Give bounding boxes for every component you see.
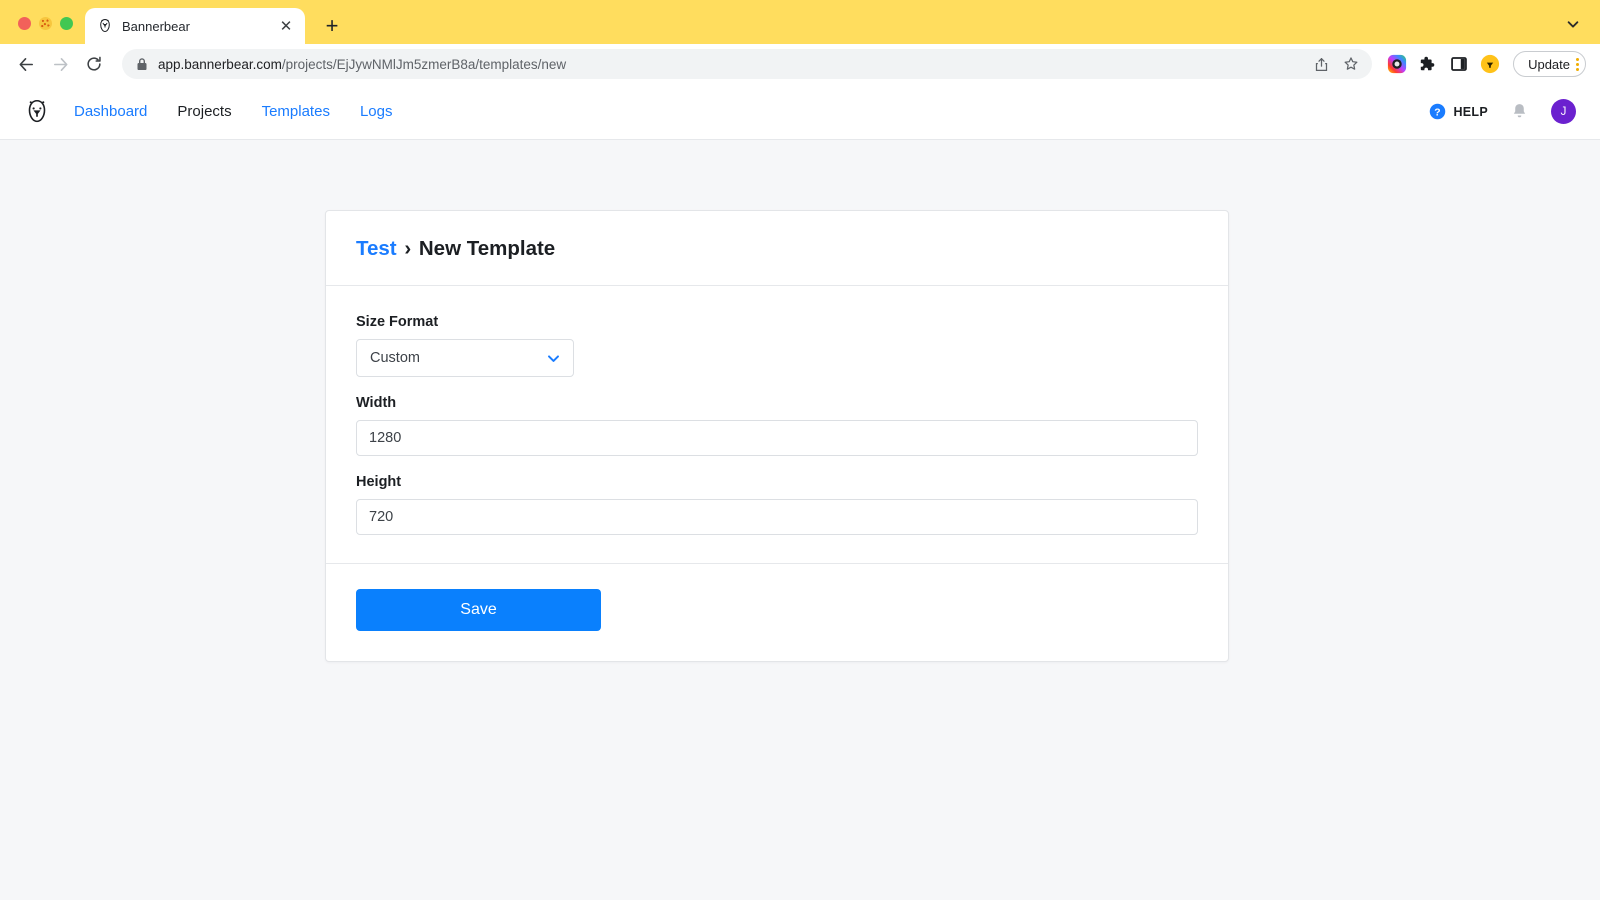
instagram-extension-icon[interactable] [1386, 53, 1408, 75]
card-body: Size Format Custom Width Height [326, 286, 1228, 564]
nav-link-logs[interactable]: Logs [360, 103, 393, 120]
size-format-select[interactable]: Custom [356, 339, 574, 377]
lock-icon [136, 57, 148, 71]
update-button[interactable]: Update [1513, 51, 1586, 77]
width-label: Width [356, 395, 397, 411]
size-format-label: Size Format [356, 314, 439, 330]
star-icon[interactable] [1338, 51, 1364, 77]
browser-window: Bannerbear ✕ + app.bannerbear.com/projec… [0, 0, 1600, 900]
breadcrumb: Test › New Template [356, 237, 1198, 261]
card-footer: Save [326, 564, 1228, 661]
nav-right-actions: ? HELP J [1429, 99, 1576, 124]
share-icon[interactable] [1308, 51, 1334, 77]
browser-toolbar: app.bannerbear.com/projects/EjJywNMlJm5z… [0, 44, 1600, 84]
new-template-card: Test › New Template Size Format Custom W… [325, 210, 1229, 662]
breadcrumb-separator: › [404, 237, 412, 260]
app-navbar: Dashboard Projects Templates Logs ? HELP… [0, 84, 1600, 140]
bell-icon[interactable] [1510, 102, 1529, 121]
address-bar[interactable]: app.bannerbear.com/projects/EjJywNMlJm5z… [122, 49, 1373, 79]
breadcrumb-project-link[interactable]: Test [356, 237, 397, 260]
url-host: app.bannerbear.com [158, 56, 282, 72]
field-width: Width [356, 395, 1198, 456]
question-circle-icon: ? [1429, 103, 1446, 120]
svg-text:?: ? [1435, 107, 1442, 118]
bannerbear-favicon [97, 18, 113, 34]
close-window-button[interactable] [18, 17, 31, 30]
kebab-menu-icon[interactable] [1576, 57, 1579, 71]
card-header: Test › New Template [326, 211, 1228, 286]
field-size-format: Size Format Custom [356, 314, 1198, 377]
arrow-right-icon[interactable] [44, 48, 76, 80]
reload-icon[interactable] [78, 48, 110, 80]
avatar[interactable]: J [1551, 99, 1576, 124]
nav-link-dashboard[interactable]: Dashboard [74, 103, 147, 120]
page-viewport: Dashboard Projects Templates Logs ? HELP… [0, 84, 1600, 900]
nav-link-projects[interactable]: Projects [177, 103, 231, 120]
bannerbear-extension-icon[interactable] [1479, 53, 1501, 75]
browser-titlebar: Bannerbear ✕ + [0, 0, 1600, 44]
nav-links: Dashboard Projects Templates Logs [74, 103, 392, 120]
extension-icons [1386, 53, 1501, 75]
field-height: Height [356, 474, 1198, 535]
help-button[interactable]: ? HELP [1429, 103, 1488, 120]
side-panel-icon[interactable] [1448, 53, 1470, 75]
url-path: /projects/EjJywNMlJm5zmerB8a/templates/n… [281, 56, 567, 72]
url-text: app.bannerbear.com/projects/EjJywNMlJm5z… [158, 57, 1298, 72]
arrow-left-icon[interactable] [10, 48, 42, 80]
chevron-down-icon [546, 351, 561, 366]
minimize-window-button[interactable] [39, 17, 52, 30]
nav-link-templates[interactable]: Templates [262, 103, 330, 120]
new-tab-button[interactable]: + [317, 11, 347, 41]
browser-tab[interactable]: Bannerbear ✕ [85, 8, 305, 44]
size-format-value: Custom [370, 350, 420, 366]
puzzle-extensions-icon[interactable] [1417, 53, 1439, 75]
page-title: New Template [418, 237, 556, 260]
maximize-window-button[interactable] [60, 17, 73, 30]
save-button[interactable]: Save [356, 589, 601, 631]
height-input[interactable] [356, 499, 1198, 535]
bannerbear-logo[interactable] [22, 97, 52, 127]
update-button-label: Update [1528, 56, 1570, 72]
width-input[interactable] [356, 420, 1198, 456]
omnibox-actions [1308, 51, 1364, 77]
chevron-down-icon[interactable] [1562, 13, 1584, 35]
close-icon[interactable]: ✕ [277, 17, 295, 35]
height-label: Height [356, 474, 402, 490]
help-label: HELP [1453, 104, 1488, 119]
tab-title: Bannerbear [122, 18, 190, 34]
window-controls [0, 17, 85, 44]
